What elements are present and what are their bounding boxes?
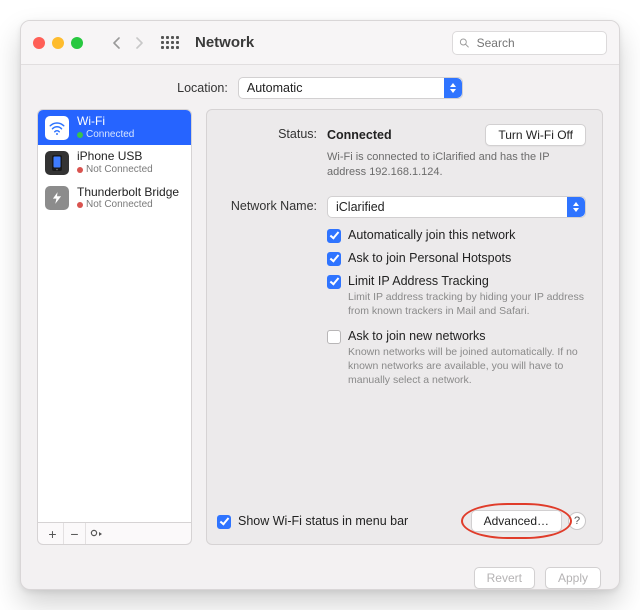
close-icon[interactable] — [33, 37, 45, 49]
help-button[interactable]: ? — [568, 512, 586, 530]
sidebar-item-wifi[interactable]: Wi-Fi Connected — [38, 110, 191, 145]
thunderbolt-icon — [45, 186, 69, 210]
status-dot-icon — [77, 132, 83, 138]
location-select[interactable]: Automatic — [238, 77, 463, 99]
window-controls — [33, 37, 83, 49]
sidebar-item-iphone-usb[interactable]: iPhone USB Not Connected — [38, 145, 191, 180]
zoom-icon[interactable] — [71, 37, 83, 49]
checkbox-icon — [327, 252, 341, 266]
forward-button[interactable] — [129, 33, 149, 53]
status-description: Wi-Fi is connected to iClarified and has… — [327, 150, 586, 180]
show-wifi-menubar-checkbox[interactable]: Show Wi-Fi status in menu bar — [217, 514, 408, 529]
network-name-label: Network Name: — [217, 196, 327, 213]
interface-options-button[interactable] — [86, 523, 108, 544]
interfaces-list[interactable]: Wi-Fi Connected iPhone USB Not Connected — [37, 109, 192, 523]
sidebar-item-thunderbolt[interactable]: Thunderbolt Bridge Not Connected — [38, 181, 191, 216]
status-label: Status: — [217, 124, 327, 141]
search-icon — [459, 37, 470, 49]
limit-ip-tracking-checkbox[interactable]: Limit IP Address Tracking Limit IP addre… — [327, 274, 586, 318]
apply-button[interactable]: Apply — [545, 567, 601, 589]
location-row: Location: Automatic — [21, 65, 619, 109]
location-label: Location: — [177, 81, 228, 95]
chevron-updown-icon — [567, 197, 585, 217]
titlebar: Network — [21, 21, 619, 65]
checkbox-icon — [327, 229, 341, 243]
location-value: Automatic — [247, 81, 303, 95]
auto-join-checkbox[interactable]: Automatically join this network — [327, 228, 586, 243]
sidebar-item-label: iPhone USB — [77, 150, 153, 164]
interfaces-sidebar: Wi-Fi Connected iPhone USB Not Connected — [37, 109, 192, 545]
details-pane: Status: Connected Turn Wi-Fi Off Wi-Fi i… — [206, 109, 603, 545]
advanced-button[interactable]: Advanced… — [471, 510, 562, 532]
wifi-icon — [45, 116, 69, 140]
network-preferences-window: Network Location: Automatic Wi-Fi Conne — [20, 20, 620, 590]
status-dot-icon — [77, 202, 83, 208]
remove-interface-button[interactable]: − — [64, 523, 86, 544]
add-interface-button[interactable]: + — [42, 523, 64, 544]
window-footer: Revert Apply — [21, 557, 619, 589]
personal-hotspots-checkbox[interactable]: Ask to join Personal Hotspots — [327, 251, 586, 266]
sidebar-item-label: Thunderbolt Bridge — [77, 186, 179, 200]
sidebar-toolbar: + − — [37, 523, 192, 545]
network-name-value: iClarified — [336, 200, 385, 214]
minimize-icon[interactable] — [52, 37, 64, 49]
window-title: Network — [195, 34, 254, 51]
back-button[interactable] — [107, 33, 127, 53]
checkbox-icon — [327, 330, 341, 344]
phone-icon — [45, 151, 69, 175]
sidebar-item-label: Wi-Fi — [77, 115, 134, 129]
ask-join-networks-checkbox[interactable]: Ask to join new networks Known networks … — [327, 329, 586, 388]
search-field[interactable] — [452, 31, 607, 55]
status-value: Connected — [327, 128, 392, 142]
status-dot-icon — [77, 167, 83, 173]
show-all-icon[interactable] — [161, 34, 179, 52]
checkbox-icon — [217, 515, 231, 529]
search-input[interactable] — [475, 35, 600, 51]
nav-buttons — [107, 33, 149, 53]
chevron-updown-icon — [444, 78, 462, 98]
network-name-select[interactable]: iClarified — [327, 196, 586, 218]
turn-wifi-off-button[interactable]: Turn Wi-Fi Off — [485, 124, 586, 146]
checkbox-icon — [327, 275, 341, 289]
revert-button[interactable]: Revert — [474, 567, 535, 589]
